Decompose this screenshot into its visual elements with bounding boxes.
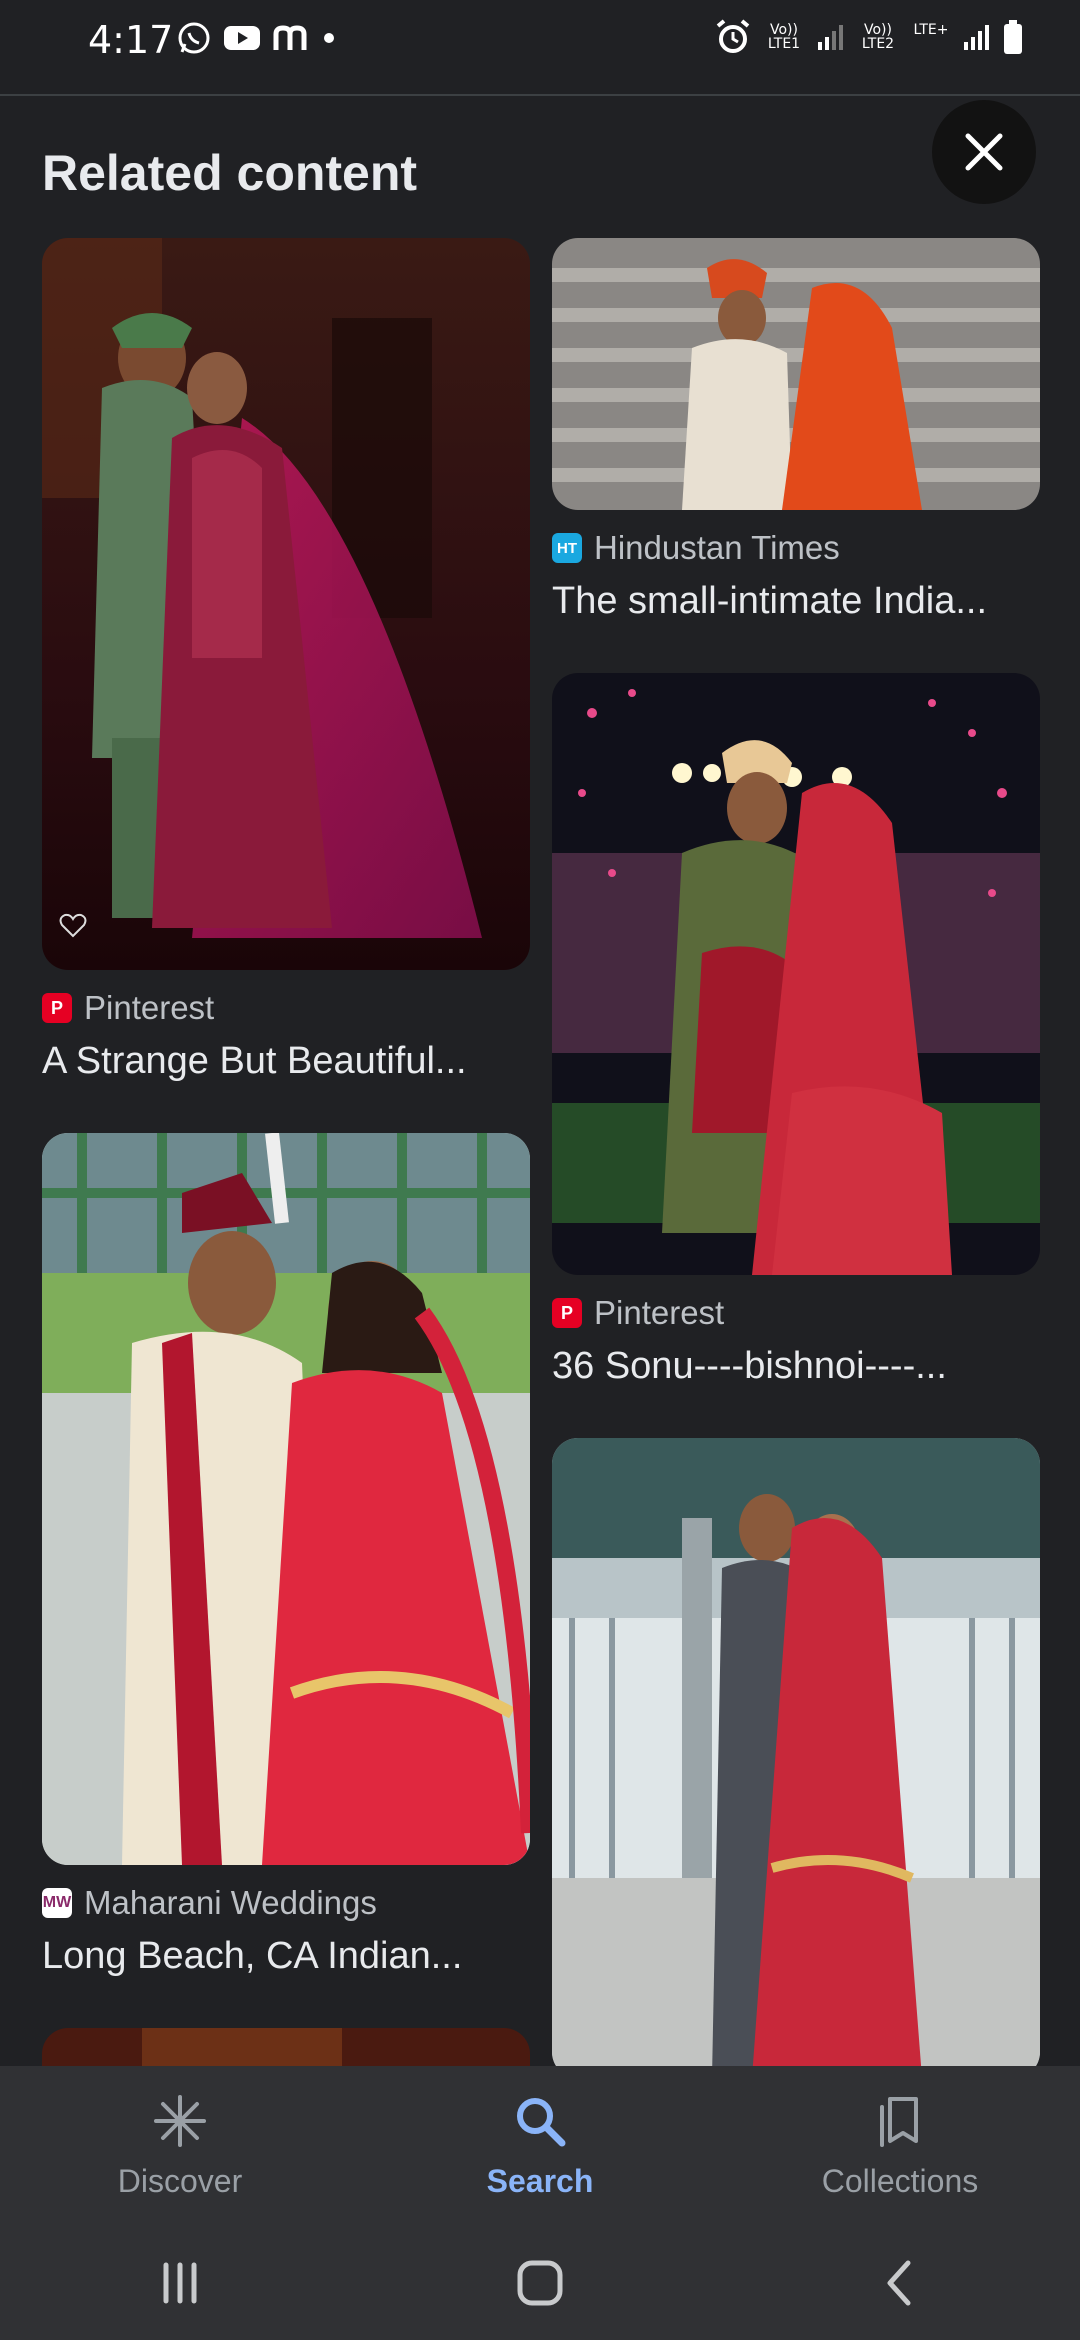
pinterest-icon: P (552, 1298, 582, 1328)
source-name: Pinterest (594, 1294, 725, 1331)
discover-asterisk-icon (154, 2094, 206, 2147)
battery-icon (1004, 20, 1022, 54)
source-name: Maharani Weddings (84, 1884, 377, 1921)
nav-collections-label: Collections (821, 2162, 979, 2199)
results-column-right: HT Hindustan Times The small-intimate In… (552, 238, 1040, 2066)
result-image-couple-outdoor-red-lehenga[interactable] (552, 1438, 1040, 2066)
nav-discover[interactable]: Discover (30, 2093, 330, 2200)
source-row: P Pinterest (42, 988, 530, 1028)
signal-icon (818, 25, 843, 50)
result-card[interactable] (552, 1438, 1040, 2066)
dot-icon (324, 33, 334, 43)
back-icon[interactable] (870, 2253, 930, 2313)
youtube-icon (224, 26, 260, 50)
source-row: P Pinterest (552, 1293, 1040, 1333)
bottom-navigation: Discover Search Collections (0, 2066, 1080, 2226)
signal-icon-2 (964, 25, 989, 50)
result-card[interactable]: P Pinterest 36 Sonu----bishnoi----... (552, 673, 1040, 1388)
nav-collections[interactable]: Collections (750, 2093, 1050, 2200)
maharani-weddings-icon: MW (42, 1888, 72, 1918)
messenger-m-icon (273, 25, 307, 50)
source-name: Hindustan Times (594, 529, 840, 566)
search-icon (517, 2097, 566, 2146)
sim1-label: Vo)) LTE1 (767, 22, 801, 52)
system-status-icons: Vo)) LTE1 Vo)) LTE2 LTE+ (714, 18, 1024, 56)
lte-plus-label: LTE+ (913, 22, 949, 38)
result-image-couple-at-night-venue[interactable] (552, 673, 1040, 1275)
result-title[interactable]: The small-intimate India... (552, 580, 1040, 623)
heart-icon (59, 913, 87, 938)
pinterest-icon: P (42, 993, 72, 1023)
hindustan-times-icon: HT (552, 533, 582, 563)
nav-search[interactable]: Search (390, 2093, 690, 2200)
results-grid: P Pinterest A Strange But Beautiful... M… (0, 238, 1080, 2066)
result-image-wedding-couple-green-sherwani[interactable] (42, 238, 530, 970)
result-card[interactable]: P Pinterest A Strange But Beautiful... (42, 238, 530, 1083)
status-bar: 4:17 Vo)) LTE1 Vo)) LTE2 LTE+ (0, 0, 1080, 94)
close-icon (965, 133, 1003, 171)
system-navigation-bar (0, 2226, 1080, 2340)
result-title[interactable]: 36 Sonu----bishnoi----... (552, 1345, 1040, 1388)
result-card[interactable]: MW Maharani Weddings Long Beach, CA Indi… (42, 1133, 530, 1978)
nav-search-label: Search (486, 2162, 594, 2199)
home-icon[interactable] (510, 2253, 570, 2313)
sim2-label: Vo)) LTE2 (861, 22, 895, 52)
related-content-header: Related content (0, 96, 1080, 236)
result-card[interactable] (42, 2028, 530, 2066)
source-name: Pinterest (84, 989, 215, 1026)
results-column-left: P Pinterest A Strange But Beautiful... M… (42, 238, 530, 2066)
source-row: MW Maharani Weddings (42, 1883, 530, 1923)
alarm-icon (716, 19, 750, 53)
collections-bookmark-icon (880, 2096, 918, 2147)
result-card[interactable]: HT Hindustan Times The small-intimate In… (552, 238, 1040, 623)
result-image-wedding-couple-red-lehenga[interactable] (42, 1133, 530, 1865)
page-title: Related content (42, 145, 418, 201)
result-image-couple-on-steps[interactable] (552, 238, 1040, 510)
result-title[interactable]: A Strange But Beautiful... (42, 1040, 530, 1083)
close-button[interactable] (932, 100, 1036, 204)
source-row: HT Hindustan Times (552, 528, 1040, 568)
result-image-partial[interactable] (42, 2028, 530, 2066)
status-time: 4:17 (88, 18, 174, 62)
whatsapp-icon (178, 22, 210, 54)
result-title[interactable]: Long Beach, CA Indian... (42, 1935, 530, 1978)
nav-discover-label: Discover (117, 2162, 243, 2199)
recent-apps-icon[interactable] (150, 2253, 210, 2313)
notification-icons (176, 20, 336, 56)
